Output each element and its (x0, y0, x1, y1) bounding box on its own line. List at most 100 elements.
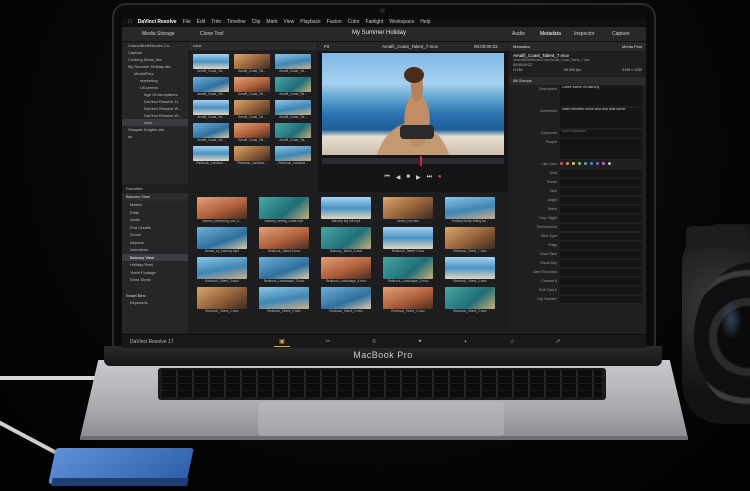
menu-color[interactable]: Color (348, 18, 360, 27)
clip-thumbnail[interactable]: Amalfi_Coast_Tal... (234, 54, 270, 74)
page-tab-cut-icon[interactable]: ✂ (320, 338, 336, 346)
bin-item[interactable]: Interviews (122, 246, 188, 254)
bin-item[interactable]: Edits (122, 209, 188, 217)
metadata-field-input[interactable] (560, 197, 642, 204)
loop-icon[interactable]: ● (438, 174, 442, 180)
app-menu[interactable]: DaVinci Resolve (138, 18, 177, 27)
menu-playback[interactable]: Playback (300, 18, 320, 27)
tree-item[interactable]: marketing (122, 77, 188, 84)
metadata-field-input[interactable] (560, 170, 642, 177)
media-storage-button[interactable]: Media Storage (142, 31, 175, 37)
page-tab-edit-icon[interactable]: ≡ (366, 338, 382, 346)
clip-thumbnail[interactable]: Redbook_Talent_2.mov (383, 287, 433, 314)
tree-item[interactable]: /Users/Brett/Movies Co... (122, 42, 188, 49)
bin-item[interactable]: Holiday Reel (122, 261, 188, 269)
clip-thumbnail[interactable]: woman_swimming_sun_b... (197, 197, 247, 224)
metadata-group[interactable]: All Groups (509, 77, 646, 85)
audio-button[interactable]: Audio (512, 31, 525, 37)
clip-thumbnail[interactable]: Amalfi_Coast_Tal... (234, 100, 270, 120)
jump-end-icon[interactable]: ⏭ (427, 174, 432, 181)
clip-thumbnail[interactable]: Redbook_Talent_2.mov (321, 287, 371, 314)
clip-thumbnail[interactable]: Redbook_Landscape_3.mov (259, 257, 309, 284)
menu-file[interactable]: File (183, 18, 191, 27)
tree-item[interactable]: ss (122, 133, 188, 140)
tree-item[interactable]: My Summer Holiday.dta (122, 63, 188, 70)
clip-thumbnail[interactable]: Redbook_Talent_2.mov (445, 257, 495, 284)
clip-thumbnail[interactable]: Amalfi_Coast_Tal... (275, 77, 311, 97)
capture-button[interactable]: Capture (612, 31, 630, 37)
tree-item[interactable]: MediaFiles (122, 70, 188, 77)
menu-mark[interactable]: Mark (266, 18, 277, 27)
clip-color-swatch[interactable] (578, 162, 581, 165)
bin-item[interactable]: Yacht Footage (122, 269, 188, 277)
playhead[interactable] (420, 156, 422, 166)
clip-color-swatch[interactable] (560, 162, 563, 165)
metadata-field-input[interactable] (560, 188, 642, 195)
bin-item[interactable]: Drone (122, 231, 188, 239)
clip-thumbnail[interactable]: Redbook_Landsca... (234, 146, 270, 166)
metadata-field-input[interactable] (560, 260, 642, 267)
clip-thumbnail[interactable]: Redbook_Talent_7.mov (445, 227, 495, 254)
clip-thumbnail[interactable]: Amalfi_Coast_Tal... (234, 123, 270, 143)
metadata-field-input[interactable] (560, 233, 642, 240)
metadata-button[interactable]: Metadata (540, 31, 561, 37)
play-icon[interactable]: ▶ (416, 174, 421, 181)
clip-thumbnail[interactable]: Balcony leg roll.mp4 (321, 197, 371, 224)
scrubber-bar[interactable] (322, 158, 504, 164)
people-field[interactable] (560, 139, 642, 159)
inspector-button[interactable]: Inspector (574, 31, 595, 37)
tree-item[interactable]: Capture (122, 49, 188, 56)
clip-thumbnail[interactable]: Redbook_Talent 5.mov (259, 227, 309, 254)
clip-thumbnail[interactable]: Redbook_Talent_2.mov (259, 287, 309, 314)
clip-thumbnail[interactable]: Redbook_Talent_2.mov (197, 287, 247, 314)
menu-help[interactable]: Help (420, 18, 430, 27)
clip-color-swatch[interactable] (596, 162, 599, 165)
page-tab-color-icon[interactable]: ◐ (458, 338, 474, 346)
clip-thumbnail[interactable]: Amalfi_Coast_Tal... (193, 54, 229, 74)
metadata-field-input[interactable] (560, 215, 642, 222)
bin-item[interactable]: End Credits (122, 224, 188, 232)
stop-icon[interactable]: ■ (406, 174, 410, 180)
clip-thumbnail[interactable]: Under_hot.mov (383, 197, 433, 224)
apple-icon[interactable]:  (128, 18, 132, 27)
description-field[interactable]: Coffee scene on balcony (560, 86, 642, 106)
clip-color-swatch[interactable] (608, 162, 611, 165)
bin-item[interactable]: Master (122, 201, 188, 209)
metadata-field-input[interactable] (560, 179, 642, 186)
metadata-field-input[interactable] (560, 269, 642, 276)
clip-thumbnail[interactable]: Balcony_Talent_3.mov (321, 227, 371, 254)
page-tab-deliver-icon[interactable]: ➚ (550, 338, 566, 346)
clip-color-swatch[interactable] (590, 162, 593, 165)
bin-item[interactable]: Extra Shots (122, 276, 188, 284)
tree-item[interactable]: DaVinci Resolve W... (122, 112, 188, 119)
clip-thumbnail[interactable]: Redbook_Talent_2.mov (445, 287, 495, 314)
metadata-field-input[interactable] (560, 206, 642, 213)
clip-thumbnail[interactable]: Redbook_Landscape_4.mov (321, 257, 371, 284)
menu-workspace[interactable]: Workspace (389, 18, 414, 27)
media-pool-label[interactable]: Media Pool (622, 42, 642, 51)
clip-thumbnail[interactable]: Amalfi_Coast_Tal... (275, 123, 311, 143)
clip-color-swatch[interactable] (584, 162, 587, 165)
clip-thumbnail[interactable]: Redbook_Talent_3.mp4 (197, 257, 247, 284)
bin-item[interactable]: Airports (122, 239, 188, 247)
clip-thumbnail[interactable]: balcony_seeing_coast.mp4 (259, 197, 309, 224)
jump-start-icon[interactable]: ⏮ (384, 174, 389, 181)
metadata-field-input[interactable] (560, 224, 642, 231)
menu-view[interactable]: View (284, 18, 295, 27)
clip-thumbnail[interactable]: Redbook_Landsca... (275, 146, 311, 166)
menu-timeline[interactable]: Timeline (227, 18, 246, 27)
favorites-label[interactable]: Favorites (122, 184, 188, 192)
metadata-field-input[interactable] (560, 242, 642, 249)
clip-thumbnail[interactable]: Redbook_Landsca... (193, 146, 229, 166)
menu-edit[interactable]: Edit (197, 18, 206, 27)
smart-bins-label[interactable]: Smart Bins (122, 292, 188, 300)
clip-thumbnail[interactable]: Amalfi_Coast_Tal... (193, 77, 229, 97)
metadata-field-input[interactable] (560, 287, 642, 294)
tree-item[interactable]: Cooking Show_dta (122, 56, 188, 63)
clip-thumbnail[interactable]: Redbook_Talent 7.mov (383, 227, 433, 254)
bin-item[interactable]: Balcony View (122, 253, 188, 261)
page-tab-media-icon[interactable]: ▣ (274, 338, 290, 347)
tree-item[interactable]: Age Of Aeroplanes (122, 91, 188, 98)
clip-thumbnail[interactable]: Amalfi_Coast_Tal... (275, 100, 311, 120)
menu-fairlight[interactable]: Fairlight (366, 18, 384, 27)
